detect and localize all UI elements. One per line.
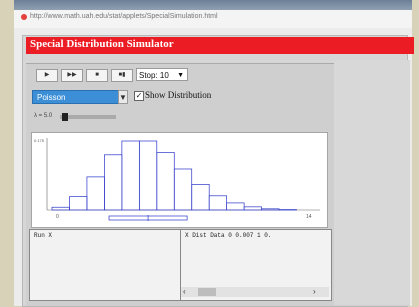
fast-forward-icon: ▶▶ — [67, 72, 76, 78]
run-button[interactable]: ▶▶ — [61, 69, 83, 82]
chevron-left-icon[interactable]: ‹ — [183, 287, 186, 296]
mean-sd-bar — [109, 215, 187, 221]
histogram-bar — [174, 169, 191, 210]
step-button[interactable]: ▶ — [36, 69, 58, 82]
reset-button[interactable]: ■▮ — [111, 69, 133, 82]
slider-thumb[interactable] — [62, 113, 68, 121]
checkmark-icon: ✓ — [136, 91, 143, 100]
distribution-value: Poisson — [37, 93, 65, 102]
histogram-bar — [139, 141, 156, 210]
stop-select-value: Stop: 10 — [139, 71, 169, 80]
histogram-bars — [52, 141, 297, 210]
histogram-bar — [157, 152, 174, 210]
histogram-bar — [209, 196, 226, 210]
scrollbar-thumb[interactable] — [198, 288, 216, 296]
histogram-bar — [227, 203, 244, 210]
app-title: Special Distribution Simulator — [30, 38, 174, 50]
distribution-table-header: X Dist Data 0 0.007 1 0. — [185, 232, 271, 239]
distribution-select[interactable]: Poisson — [32, 90, 128, 104]
run-table[interactable]: Run X — [29, 229, 181, 301]
site-icon — [21, 14, 27, 20]
run-table-header: Run X — [34, 232, 52, 239]
histogram-bar — [122, 141, 139, 210]
histogram-bar — [104, 155, 121, 210]
right-gutter — [334, 60, 410, 305]
stop-button[interactable]: ■ — [86, 69, 108, 82]
x-tick-label-start: 0 — [56, 214, 59, 220]
histogram-bar — [87, 177, 104, 210]
reset-icon: ■▮ — [119, 72, 126, 78]
stop-select[interactable]: Stop: 10 ▼ — [136, 68, 188, 81]
show-distribution-checkbox[interactable]: ✓ — [134, 91, 144, 101]
parameter-slider[interactable] — [60, 115, 116, 119]
chevron-down-icon[interactable]: ▼ — [118, 90, 128, 104]
show-distribution-label: Show Distribution — [145, 90, 211, 100]
chevron-down-icon: ▼ — [177, 69, 184, 82]
histogram-bar — [262, 209, 279, 210]
distribution-chart: 0.175 0 14 — [31, 132, 328, 228]
stop-icon: ■ — [95, 72, 99, 78]
play-icon: ▶ — [45, 72, 50, 78]
histogram-bar — [192, 184, 209, 210]
histogram-bar — [69, 197, 86, 210]
histogram-bar — [244, 207, 261, 210]
y-tick-label: 0.175 — [34, 138, 45, 143]
histogram-bar — [52, 207, 69, 210]
parameter-label: λ = 5.0 — [34, 113, 52, 119]
x-tick-label-end: 14 — [306, 214, 312, 220]
chart-svg: 0.175 0 14 — [32, 133, 327, 227]
url-text[interactable]: http://www.math.uah.edu/stat/applets/Spe… — [30, 13, 218, 20]
chevron-right-icon[interactable]: › — [313, 287, 316, 296]
browser-window-top — [14, 0, 412, 10]
